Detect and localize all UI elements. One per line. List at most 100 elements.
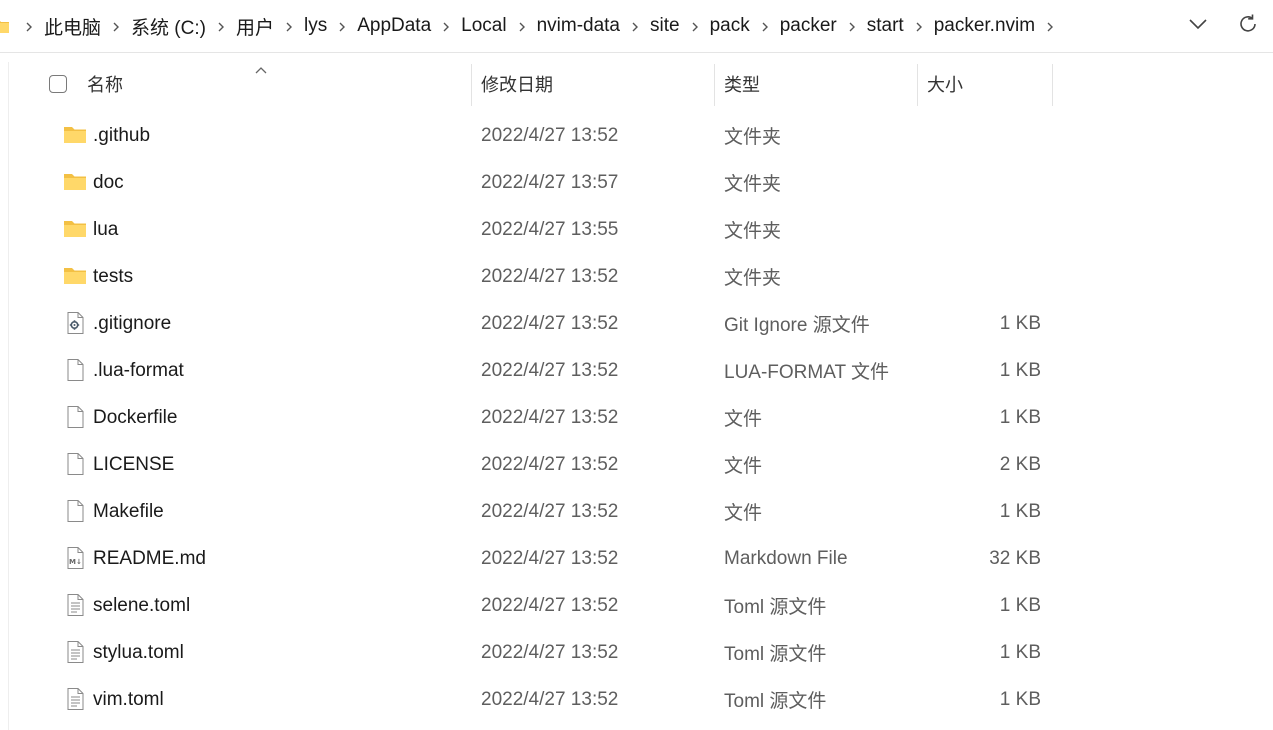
breadcrumb-item[interactable]: start xyxy=(865,15,906,37)
chevron-right-icon[interactable] xyxy=(682,18,708,34)
file-date: 2022/4/27 13:52 xyxy=(481,124,619,146)
file-row[interactable]: tests 2022/4/27 13:52 文件夹 xyxy=(9,253,1059,300)
column-name-header[interactable]: 名称 xyxy=(87,62,467,106)
file-row[interactable]: selene.toml 2022/4/27 13:52 Toml 源文件 1 KB xyxy=(9,582,1059,629)
chevron-right-icon[interactable] xyxy=(906,18,932,34)
file-row[interactable]: stylua.toml 2022/4/27 13:52 Toml 源文件 1 KB xyxy=(9,629,1059,676)
select-all-checkbox[interactable] xyxy=(49,75,67,93)
history-dropdown-button[interactable] xyxy=(1173,0,1223,52)
folder-icon xyxy=(63,170,87,194)
file-date: 2022/4/27 13:52 xyxy=(481,594,619,616)
file-type: Toml 源文件 xyxy=(724,597,827,618)
file-size: 1 KB xyxy=(999,406,1041,428)
file-date: 2022/4/27 13:52 xyxy=(481,641,619,663)
file-type: Toml 源文件 xyxy=(724,691,827,712)
file-date: 2022/4/27 13:57 xyxy=(481,171,619,193)
address-bar: 此电脑 系统 (C:) 用户 lys AppData Local nvim-data site… xyxy=(0,0,1273,53)
breadcrumb-item[interactable]: nvim-data xyxy=(535,15,622,37)
breadcrumb-item[interactable]: packer.nvim xyxy=(932,15,1037,37)
file-row[interactable]: LICENSE 2022/4/27 13:52 文件 2 KB xyxy=(9,441,1059,488)
chevron-right-icon[interactable] xyxy=(509,18,535,34)
file-size xyxy=(909,159,1041,206)
breadcrumb-item[interactable]: packer xyxy=(778,15,839,37)
file-size: 32 KB xyxy=(989,547,1041,569)
folder-icon xyxy=(63,123,87,147)
column-date-header[interactable]: 修改日期 xyxy=(481,62,711,106)
file-icon xyxy=(63,499,87,523)
file-type: 文件夹 xyxy=(724,174,782,195)
markdown-file-icon: M↓ xyxy=(63,546,87,570)
file-date: 2022/4/27 13:52 xyxy=(481,359,619,381)
file-size xyxy=(909,206,1041,253)
file-type: 文件夹 xyxy=(724,268,782,289)
file-type: Git Ignore 源文件 xyxy=(724,315,870,336)
refresh-icon xyxy=(1237,13,1259,40)
file-row[interactable]: lua 2022/4/27 13:55 文件夹 xyxy=(9,206,1059,253)
file-size: 1 KB xyxy=(999,688,1041,710)
chevron-right-icon[interactable] xyxy=(208,18,234,34)
breadcrumb-item[interactable]: 用户 xyxy=(234,13,276,40)
chevron-right-icon[interactable] xyxy=(622,18,648,34)
column-type-header[interactable]: 类型 xyxy=(724,62,914,106)
file-date: 2022/4/27 13:52 xyxy=(481,406,619,428)
breadcrumb-item[interactable]: site xyxy=(648,15,682,37)
file-name: LICENSE xyxy=(93,453,175,475)
chevron-right-icon[interactable] xyxy=(839,18,865,34)
breadcrumb-item[interactable]: 系统 (C:) xyxy=(129,13,208,40)
breadcrumb-item[interactable]: Local xyxy=(459,15,508,37)
file-type: LUA-FORMAT 文件 xyxy=(724,362,890,383)
file-size: 2 KB xyxy=(999,453,1041,475)
breadcrumb: 此电脑 系统 (C:) 用户 lys AppData Local nvim-data site… xyxy=(0,0,1063,52)
file-row[interactable]: vim.toml 2022/4/27 13:52 Toml 源文件 1 KB xyxy=(9,676,1059,723)
settings-file-icon xyxy=(63,311,87,335)
file-row[interactable]: .github 2022/4/27 13:52 文件夹 xyxy=(9,112,1059,159)
file-name: README.md xyxy=(93,547,206,569)
breadcrumb-item[interactable]: lys xyxy=(302,15,329,37)
file-size: 1 KB xyxy=(999,359,1041,381)
file-row[interactable]: .gitignore 2022/4/27 13:52 Git Ignore 源文件 1… xyxy=(9,300,1059,347)
file-type: 文件 xyxy=(724,503,763,524)
chevron-right-icon[interactable] xyxy=(1037,18,1063,34)
file-icon xyxy=(63,452,87,476)
breadcrumb-item[interactable]: 此电脑 xyxy=(42,13,103,40)
chevron-right-icon[interactable] xyxy=(276,18,302,34)
column-size-header[interactable]: 大小 xyxy=(927,62,1047,106)
svg-text:M↓: M↓ xyxy=(69,558,82,566)
chevron-right-icon[interactable] xyxy=(433,18,459,34)
column-divider[interactable] xyxy=(1052,64,1053,106)
file-date: 2022/4/27 13:55 xyxy=(481,218,619,240)
file-name: .lua-format xyxy=(93,359,184,381)
chevron-right-icon[interactable] xyxy=(329,18,355,34)
chevron-down-icon xyxy=(1188,17,1208,35)
file-row[interactable]: Dockerfile 2022/4/27 13:52 文件 1 KB xyxy=(9,394,1059,441)
file-row[interactable]: M↓ README.md 2022/4/27 13:52 Markdown File 3… xyxy=(9,535,1059,582)
chevron-right-icon[interactable] xyxy=(103,18,129,34)
file-name: Makefile xyxy=(93,500,164,522)
column-divider[interactable] xyxy=(917,64,918,106)
file-date: 2022/4/27 13:52 xyxy=(481,688,619,710)
file-row[interactable]: doc 2022/4/27 13:57 文件夹 xyxy=(9,159,1059,206)
folder-icon xyxy=(63,217,87,241)
chevron-right-icon[interactable] xyxy=(16,18,42,34)
file-row[interactable]: .lua-format 2022/4/27 13:52 LUA-FORMAT 文件 1… xyxy=(9,347,1059,394)
file-size: 1 KB xyxy=(999,312,1041,334)
file-name: selene.toml xyxy=(93,594,191,616)
column-divider[interactable] xyxy=(471,64,472,106)
file-size xyxy=(909,112,1041,159)
file-name: .gitignore xyxy=(93,312,172,334)
file-name: vim.toml xyxy=(93,688,164,710)
file-row[interactable]: Makefile 2022/4/27 13:52 文件 1 KB xyxy=(9,488,1059,535)
file-name: stylua.toml xyxy=(93,641,184,663)
file-name: doc xyxy=(93,171,124,193)
file-name: tests xyxy=(93,265,134,287)
file-type: Toml 源文件 xyxy=(724,644,827,665)
file-date: 2022/4/27 13:52 xyxy=(481,500,619,522)
breadcrumb-item[interactable]: AppData xyxy=(355,15,433,37)
breadcrumb-item[interactable]: pack xyxy=(708,15,752,37)
file-date: 2022/4/27 13:52 xyxy=(481,453,619,475)
file-type: 文件 xyxy=(724,409,763,430)
file-icon xyxy=(63,358,87,382)
chevron-right-icon[interactable] xyxy=(752,18,778,34)
refresh-button[interactable] xyxy=(1223,0,1273,52)
column-divider[interactable] xyxy=(714,64,715,106)
